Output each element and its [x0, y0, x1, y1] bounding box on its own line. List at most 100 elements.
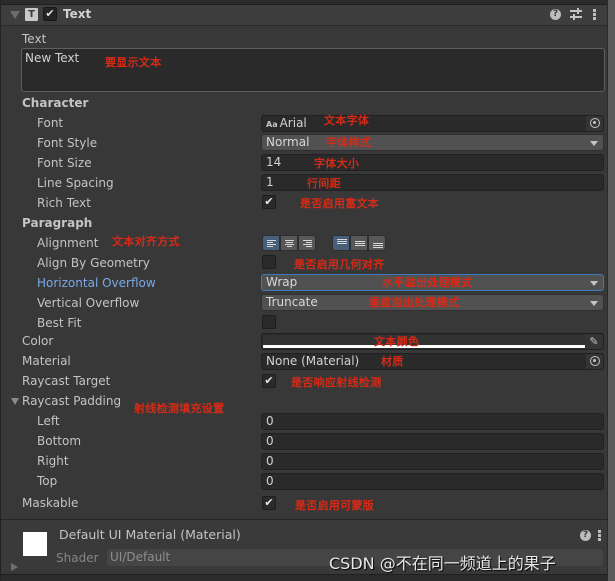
- padding-left-input[interactable]: 0: [261, 413, 604, 430]
- annotation-align-by-geometry: 是否启用几何对齐: [294, 258, 385, 271]
- bottom-border: [1, 574, 607, 581]
- padding-right-input[interactable]: 0: [261, 453, 604, 470]
- material-field[interactable]: None (Material): [261, 353, 604, 370]
- help-icon[interactable]: ?: [550, 9, 561, 20]
- vertical-overflow-value: Truncate: [266, 295, 318, 309]
- align-center-button[interactable]: [280, 235, 298, 251]
- font-size-label: Font Size: [37, 156, 92, 170]
- annotation-alignment: 文本对齐方式: [112, 235, 180, 248]
- chevron-down-icon: [590, 301, 598, 306]
- rich-text-checkbox[interactable]: ✔: [262, 195, 276, 209]
- inspector-panel: T ✔ Text ? Text New Text 要显示文本 Character…: [0, 0, 615, 581]
- color-field[interactable]: ✎: [261, 333, 604, 350]
- align-left-button[interactable]: [262, 235, 280, 251]
- padding-bottom-input[interactable]: 0: [261, 433, 604, 450]
- object-picker-icon: [590, 356, 600, 366]
- horizontal-alignment-group: [262, 235, 316, 251]
- annotation-rich-text: 是否启用富文本: [300, 197, 380, 210]
- material-object-picker[interactable]: [585, 354, 603, 369]
- eyedropper-icon[interactable]: ✎: [585, 334, 603, 349]
- text-component-icon: T: [25, 8, 38, 21]
- align-middle-button[interactable]: [350, 235, 368, 251]
- best-fit-label: Best Fit: [37, 316, 82, 330]
- align-by-geometry-checkbox[interactable]: [262, 255, 276, 269]
- raycast-target-label: Raycast Target: [22, 374, 111, 388]
- raycast-target-checkbox[interactable]: ✔: [262, 374, 276, 388]
- help-icon[interactable]: ?: [580, 530, 591, 541]
- padding-left-label: Left: [37, 414, 60, 428]
- annotation-maskable: 是否启用可蒙版: [295, 499, 375, 512]
- material-preview-title: Default UI Material (Material): [59, 527, 241, 542]
- chevron-down-icon: [590, 281, 598, 286]
- align-top-button[interactable]: [332, 235, 350, 251]
- align-by-geometry-label: Align By Geometry: [37, 256, 150, 270]
- font-style-value: Normal: [266, 135, 310, 149]
- padding-left-value: 0: [266, 414, 274, 428]
- more-menu-icon[interactable]: [598, 530, 601, 542]
- vertical-scrollbar[interactable]: [607, 0, 615, 581]
- padding-top-input[interactable]: 0: [261, 473, 604, 490]
- font-object-picker[interactable]: [585, 116, 603, 131]
- fold-arrow-icon[interactable]: [11, 398, 19, 405]
- material-thumbnail: [23, 532, 47, 556]
- align-right-button[interactable]: [298, 235, 316, 251]
- annotation-font: 文本字体: [324, 114, 370, 127]
- rich-text-label: Rich Text: [37, 196, 91, 210]
- horizontal-overflow-value: Wrap: [266, 275, 298, 289]
- preset-icon[interactable]: [570, 8, 582, 20]
- padding-bottom-label: Bottom: [37, 434, 82, 448]
- annotation-color: 文本颜色: [374, 335, 420, 348]
- padding-right-label: Right: [37, 454, 69, 468]
- font-asset-icon: Aa: [266, 120, 278, 129]
- color-label: Color: [22, 334, 54, 348]
- chevron-down-icon: [590, 141, 598, 146]
- line-spacing-label: Line Spacing: [37, 176, 114, 190]
- alignment-label: Alignment: [37, 236, 99, 250]
- material-label: Material: [22, 354, 71, 368]
- shader-value: UI/Default: [110, 550, 171, 564]
- maskable-label: Maskable: [22, 496, 79, 510]
- annotation-raycast-padding: 射线检测填充设置: [134, 402, 225, 415]
- material-value: None (Material): [266, 354, 360, 368]
- line-spacing-value: 1: [266, 175, 274, 189]
- annotation-font-size: 字体大小: [314, 157, 360, 170]
- more-menu-icon[interactable]: [593, 9, 596, 21]
- font-style-label: Font Style: [37, 136, 98, 150]
- text-input-value: New Text: [25, 51, 80, 65]
- font-size-input[interactable]: 14: [261, 154, 604, 171]
- fold-arrow-icon[interactable]: [10, 11, 20, 19]
- color-swatch[interactable]: [263, 335, 585, 348]
- font-label: Font: [37, 116, 64, 130]
- component-header[interactable]: T ✔ Text ?: [1, 5, 607, 26]
- padding-top-label: Top: [37, 474, 58, 488]
- font-style-dropdown[interactable]: Normal: [261, 134, 604, 151]
- text-label: Text: [22, 32, 47, 46]
- padding-bottom-value: 0: [266, 434, 274, 448]
- align-bottom-button[interactable]: [368, 235, 386, 251]
- raycast-padding-label[interactable]: Raycast Padding: [22, 394, 121, 408]
- expand-arrow-icon[interactable]: [11, 563, 18, 571]
- annotation-font-style: 字体样式: [326, 136, 372, 149]
- annotation-vertical-overflow: 垂直溢出处理模式: [369, 296, 460, 309]
- annotation-text: 要显示文本: [105, 56, 162, 69]
- component-enabled-checkbox[interactable]: ✔: [43, 7, 57, 21]
- padding-top-value: 0: [266, 474, 274, 488]
- font-size-value: 14: [266, 155, 282, 169]
- vertical-alignment-group: [332, 235, 386, 251]
- annotation-line-spacing: 行间距: [307, 177, 341, 190]
- font-value: Arial: [279, 116, 307, 130]
- paragraph-header: Paragraph: [22, 216, 93, 230]
- annotation-material: 材质: [381, 355, 404, 368]
- best-fit-checkbox[interactable]: [262, 315, 276, 329]
- annotation-raycast-target: 是否响应射线检测: [291, 376, 382, 389]
- component-title: Text: [63, 7, 92, 21]
- alpha-bar: [263, 345, 585, 348]
- vertical-overflow-label: Vertical Overflow: [37, 296, 140, 310]
- maskable-checkbox[interactable]: ✔: [262, 496, 276, 510]
- padding-right-value: 0: [266, 454, 274, 468]
- annotation-horizontal-overflow: 水平溢出处理模式: [382, 276, 473, 289]
- font-field[interactable]: Aa Arial: [261, 115, 604, 132]
- character-header: Character: [22, 96, 89, 110]
- watermark: CSDN @不在同一频道上的果子: [329, 554, 556, 573]
- horizontal-overflow-label: Horizontal Overflow: [37, 276, 156, 290]
